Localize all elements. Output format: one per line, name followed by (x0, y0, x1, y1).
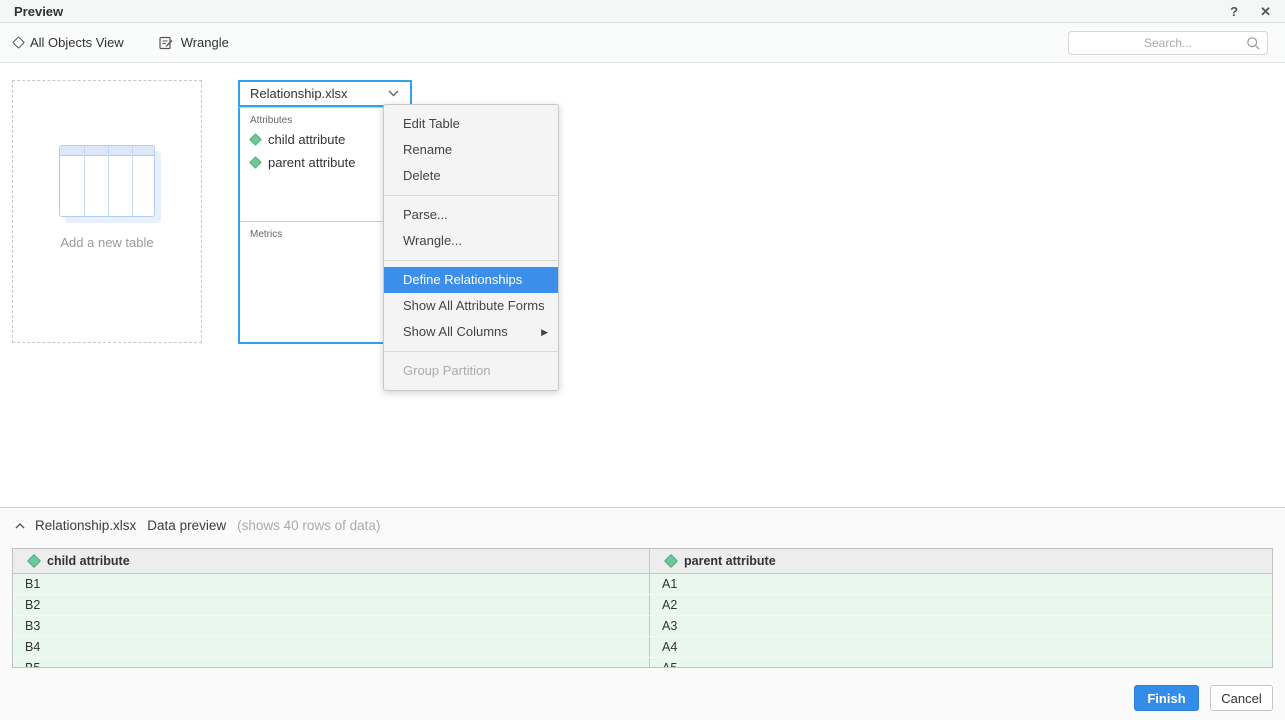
table-row: B5 A5 (13, 658, 1272, 668)
data-preview-panel: Relationship.xlsx Data preview (shows 40… (0, 508, 1285, 720)
menu-group-edit: Edit Table Rename Delete (384, 105, 558, 195)
table-cell: A5 (649, 658, 1272, 668)
submenu-arrow-icon: ▶ (541, 319, 548, 345)
chevron-down-icon[interactable] (387, 89, 400, 98)
attribute-icon (249, 156, 262, 169)
help-icon[interactable]: ? (1230, 5, 1238, 18)
table-icon (59, 145, 155, 217)
column-header-child-attribute[interactable]: child attribute (13, 549, 649, 573)
attribute-icon (27, 554, 41, 568)
add-new-table-dropzone[interactable]: Add a new table (12, 80, 202, 343)
attribute-icon (249, 133, 262, 146)
all-objects-view-label: All Objects View (30, 35, 124, 50)
table-row: B3 A3 (13, 616, 1272, 637)
menu-item-edit-table[interactable]: Edit Table (384, 111, 558, 137)
menu-item-define-relationships[interactable]: Define Relationships (384, 267, 558, 293)
table-cell: A1 (649, 574, 1272, 594)
table-context-menu: Edit Table Rename Delete Parse... Wrangl… (383, 104, 559, 391)
close-icon[interactable]: ✕ (1260, 5, 1271, 18)
table-name-dropdown[interactable]: Relationship.xlsx (238, 80, 412, 107)
table-cell: B2 (13, 595, 649, 615)
menu-item-delete[interactable]: Delete (384, 163, 558, 189)
menu-item-wrangle[interactable]: Wrangle... (384, 228, 558, 254)
menu-item-show-all-columns[interactable]: Show All Columns ▶ (384, 319, 558, 345)
window-title: Preview (14, 4, 63, 19)
column-header-label: parent attribute (684, 554, 776, 568)
menu-item-label: Show All Columns (403, 324, 508, 339)
chevron-up-icon (14, 522, 26, 530)
attribute-label: child attribute (268, 132, 345, 147)
attribute-icon (664, 554, 678, 568)
menu-group-partition: Group Partition (384, 351, 558, 390)
table-row: B2 A2 (13, 595, 1272, 616)
toolbar: All Objects View Wrangle (0, 23, 1285, 63)
column-header-label: child attribute (47, 554, 130, 568)
preview-table-name: Relationship.xlsx (35, 518, 136, 533)
table-cell: B4 (13, 637, 649, 657)
table-name: Relationship.xlsx (250, 86, 387, 101)
table-row: B4 A4 (13, 637, 1272, 658)
collapse-preview-button[interactable] (14, 522, 26, 530)
menu-group-transform: Parse... Wrangle... (384, 195, 558, 260)
cancel-button[interactable]: Cancel (1210, 685, 1273, 711)
search-box (1068, 31, 1268, 55)
menu-item-group-partition: Group Partition (384, 358, 558, 384)
data-preview-header: Relationship.xlsx Data preview (shows 40… (14, 518, 380, 533)
table-cell: B3 (13, 616, 649, 636)
diamond-outline-icon (12, 36, 25, 49)
column-header-parent-attribute[interactable]: parent attribute (649, 549, 1272, 573)
table-cell: B1 (13, 574, 649, 594)
table-row: B1 A1 (13, 574, 1272, 595)
menu-item-show-all-attribute-forms[interactable]: Show All Attribute Forms (384, 293, 558, 319)
finish-button[interactable]: Finish (1134, 685, 1199, 711)
menu-item-rename[interactable]: Rename (384, 137, 558, 163)
data-preview-table: child attribute parent attribute B1 A1 B… (12, 548, 1273, 668)
table-cell: A4 (649, 637, 1272, 657)
menu-group-show: Define Relationships Show All Attribute … (384, 260, 558, 351)
menu-item-parse[interactable]: Parse... (384, 202, 558, 228)
table-cell: B5 (13, 658, 649, 668)
wrangle-button[interactable]: Wrangle (158, 35, 229, 51)
wrangle-label: Wrangle (181, 35, 229, 50)
title-bar: Preview ? ✕ (0, 0, 1285, 23)
attribute-label: parent attribute (268, 155, 355, 170)
search-input[interactable] (1069, 32, 1267, 54)
table-cell: A2 (649, 595, 1272, 615)
preview-row-count-note: (shows 40 rows of data) (237, 518, 380, 533)
wrangle-icon (158, 35, 174, 51)
preview-section-label: Data preview (147, 518, 226, 533)
data-table-header-row: child attribute parent attribute (13, 549, 1272, 574)
all-objects-view-button[interactable]: All Objects View (14, 35, 124, 50)
table-cell: A3 (649, 616, 1272, 636)
add-table-label: Add a new table (60, 235, 153, 250)
main-canvas: Add a new table Relationship.xlsx Attrib… (0, 64, 1285, 507)
search-icon[interactable] (1246, 36, 1261, 51)
